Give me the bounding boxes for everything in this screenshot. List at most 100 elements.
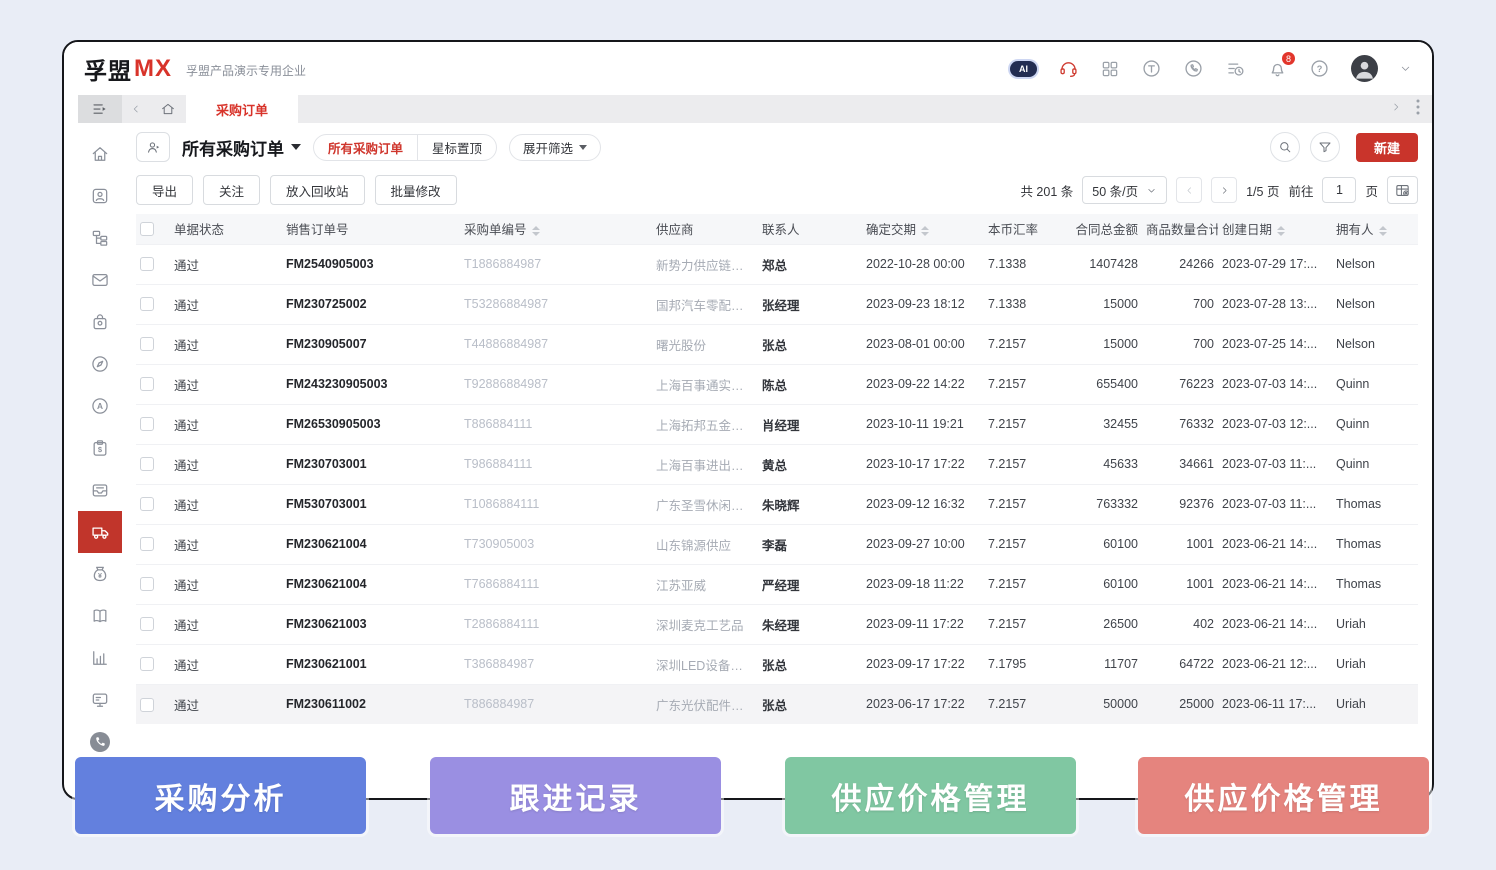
col-status[interactable]: 单据状态: [170, 214, 282, 244]
owner-filter-button[interactable]: [136, 132, 170, 162]
cell-sales-no[interactable]: FM530703001: [282, 484, 460, 524]
table-row[interactable]: 通过 FM230905007 T44886884987 曙光股份 张总 2023…: [136, 324, 1418, 364]
table-row[interactable]: 通过 FM2540905003 T1886884987 新势力供应链公司 郑总 …: [136, 244, 1418, 284]
table-row[interactable]: 通过 FM230725002 T53286884987 国邦汽车零配件有... …: [136, 284, 1418, 324]
select-all-checkbox[interactable]: [140, 222, 154, 236]
col-contact[interactable]: 联系人: [758, 214, 862, 244]
row-checkbox[interactable]: [140, 617, 154, 631]
cell-sales-no[interactable]: FM230725002: [282, 284, 460, 324]
row-checkbox[interactable]: [140, 377, 154, 391]
filter-all-orders[interactable]: 所有采购订单: [314, 135, 417, 160]
sidebar-item-orders-tray[interactable]: [78, 469, 122, 511]
sidebar-item-finance-doc[interactable]: $: [78, 427, 122, 469]
notifications-icon[interactable]: 8: [1267, 58, 1288, 79]
row-checkbox[interactable]: [140, 417, 154, 431]
overlay-follow-records-button[interactable]: 跟进记录: [430, 757, 721, 834]
sidebar-item-home[interactable]: [78, 133, 122, 175]
cell-sales-no[interactable]: FM230621004: [282, 564, 460, 604]
next-page-button[interactable]: [1211, 177, 1237, 203]
row-checkbox[interactable]: [140, 537, 154, 551]
help-icon[interactable]: ?: [1309, 58, 1330, 79]
overlay-purchase-analysis-button[interactable]: 采购分析: [75, 757, 366, 834]
cell-sales-no[interactable]: FM230621003: [282, 604, 460, 644]
message-t-icon[interactable]: [1141, 58, 1162, 79]
overlay-supply-price-button-2[interactable]: 供应价格管理: [1138, 757, 1429, 834]
tab-home-icon[interactable]: [150, 95, 186, 123]
chevron-down-icon[interactable]: [1399, 62, 1412, 75]
col-delivery[interactable]: 确定交期: [862, 214, 984, 244]
col-supplier[interactable]: 供应商: [652, 214, 758, 244]
table-row[interactable]: 通过 FM230621004 T7686884111 江苏亚威 严经理 2023…: [136, 564, 1418, 604]
tab-back-icon[interactable]: [122, 95, 150, 123]
sidebar-item-marketing[interactable]: A: [78, 385, 122, 427]
row-checkbox[interactable]: [140, 297, 154, 311]
table-row[interactable]: 通过 FM230621001 T386884987 深圳LED设备有限... 张…: [136, 644, 1418, 684]
page-size-select[interactable]: 50 条/页: [1082, 176, 1167, 204]
sidebar-item-reports-chart[interactable]: [78, 637, 122, 679]
tab-more-icon[interactable]: [1416, 99, 1420, 120]
ai-assistant-icon[interactable]: AI: [1010, 61, 1037, 77]
sidebar-item-workbench-monitor[interactable]: [78, 679, 122, 721]
table-row[interactable]: 通过 FM530703001 T1086884111 广东圣雪休闲用品... 朱…: [136, 484, 1418, 524]
row-checkbox[interactable]: [140, 698, 154, 712]
table-row[interactable]: 通过 FM230611002 T886884987 广东光伏配件有限... 张总…: [136, 684, 1418, 724]
overlay-supply-price-button-1[interactable]: 供应价格管理: [785, 757, 1076, 834]
col-amount[interactable]: 合同总金额: [1064, 214, 1142, 244]
col-created[interactable]: 创建日期: [1218, 214, 1332, 244]
follow-button[interactable]: 关注: [203, 175, 260, 205]
col-sales-no[interactable]: 销售订单号: [282, 214, 460, 244]
export-button[interactable]: 导出: [136, 175, 193, 205]
table-row[interactable]: 通过 FM243230905003 T92886884987 上海百事通实业有.…: [136, 364, 1418, 404]
view-selector[interactable]: 所有采购订单: [182, 135, 301, 160]
sidebar-item-mail[interactable]: [78, 259, 122, 301]
user-avatar[interactable]: [1351, 55, 1378, 82]
table-row[interactable]: 通过 FM230703001 T986884111 上海百事进出口有... 黄总…: [136, 444, 1418, 484]
cell-sales-no[interactable]: FM230905007: [282, 324, 460, 364]
cell-sales-no[interactable]: FM2540905003: [282, 244, 460, 284]
table-row[interactable]: 通过 FM230621003 T2886884111 深圳麦克工艺品 朱经理 2…: [136, 604, 1418, 644]
row-checkbox[interactable]: [140, 657, 154, 671]
col-qty[interactable]: 商品数量合计: [1142, 214, 1218, 244]
cell-sales-no[interactable]: FM230611002: [282, 684, 460, 724]
recycle-button[interactable]: 放入回收站: [270, 175, 365, 205]
batch-edit-button[interactable]: 批量修改: [375, 175, 457, 205]
collapse-menu-icon[interactable]: [78, 95, 122, 123]
headset-icon[interactable]: [1058, 58, 1079, 79]
col-rate[interactable]: 本币汇率: [984, 214, 1064, 244]
cell-sales-no[interactable]: FM230621001: [282, 644, 460, 684]
sidebar-item-products[interactable]: [78, 301, 122, 343]
sidebar-item-ledger-book[interactable]: [78, 595, 122, 637]
sidebar-item-compass[interactable]: [78, 343, 122, 385]
cell-owner: Thomas: [1332, 484, 1418, 524]
row-checkbox[interactable]: [140, 257, 154, 271]
sidebar-item-org-structure[interactable]: [78, 217, 122, 259]
filter-starred[interactable]: 星标置顶: [417, 135, 496, 160]
row-checkbox[interactable]: [140, 497, 154, 511]
cell-sales-no[interactable]: FM243230905003: [282, 364, 460, 404]
sidebar-item-expenses-bag[interactable]: ¥: [78, 553, 122, 595]
row-checkbox[interactable]: [140, 577, 154, 591]
tab-forward-icon[interactable]: [1390, 100, 1402, 118]
sidebar-item-purchase-truck[interactable]: [78, 511, 122, 553]
task-history-icon[interactable]: [1225, 58, 1246, 79]
cell-sales-no[interactable]: FM26530905003: [282, 404, 460, 444]
col-owner[interactable]: 拥有人: [1332, 214, 1418, 244]
col-purchase-no[interactable]: 采购单编号: [460, 214, 652, 244]
row-checkbox[interactable]: [140, 457, 154, 471]
search-icon[interactable]: [1270, 132, 1300, 162]
row-checkbox[interactable]: [140, 337, 154, 351]
sidebar-item-contacts[interactable]: [78, 175, 122, 217]
tab-purchase-orders[interactable]: 采购订单: [186, 95, 298, 123]
phone-icon[interactable]: [1183, 58, 1204, 79]
table-row[interactable]: 通过 FM26530905003 T886884111 上海拓邦五金配件... …: [136, 404, 1418, 444]
apps-grid-icon[interactable]: [1100, 59, 1120, 79]
funnel-filter-icon[interactable]: [1310, 132, 1340, 162]
goto-page-input[interactable]: [1322, 177, 1356, 203]
new-button[interactable]: 新建: [1356, 133, 1418, 162]
column-settings-icon[interactable]: [1387, 176, 1418, 204]
prev-page-button[interactable]: [1176, 177, 1202, 203]
table-row[interactable]: 通过 FM230621004 T730905003 山东锦源供应 李磊 2023…: [136, 524, 1418, 564]
expand-filters-button[interactable]: 展开筛选: [509, 134, 601, 161]
cell-sales-no[interactable]: FM230703001: [282, 444, 460, 484]
cell-sales-no[interactable]: FM230621004: [282, 524, 460, 564]
